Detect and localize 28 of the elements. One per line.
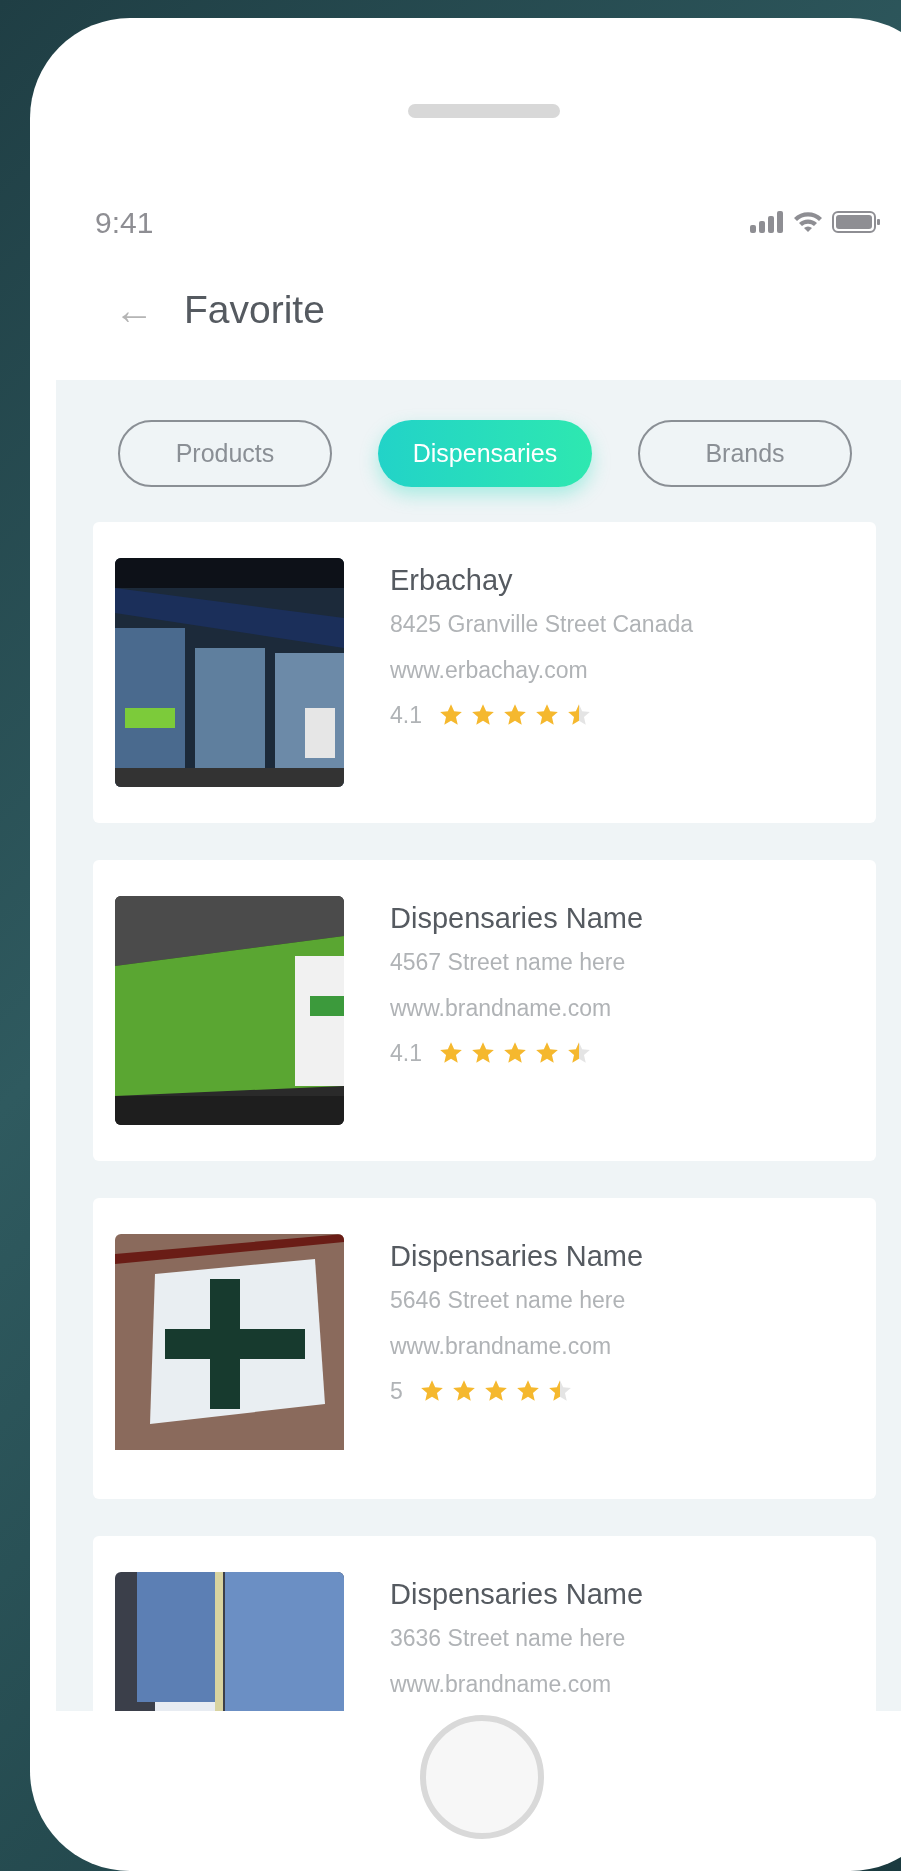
- dispensary-website[interactable]: www.brandname.com: [390, 1328, 644, 1364]
- dispensary-name: Dispensaries Name: [390, 1577, 644, 1612]
- dispensary-card[interactable]: Dispensaries Name 5646 Street name here www.brandname.com 5: [93, 1198, 876, 1499]
- dispensary-card[interactable]: Dispensaries Name 4567 Street name here www.brandname.com 4.1: [93, 860, 876, 1161]
- dispensary-address: 8425 Granville Street Canada: [390, 610, 694, 639]
- dispensary-name: Erbachay: [390, 563, 514, 598]
- dispensary-name: Dispensaries Name: [390, 1239, 644, 1274]
- dispensary-name: Dispensaries Name: [390, 901, 644, 936]
- battery-icon: [832, 210, 880, 234]
- signal-icon: [750, 211, 784, 233]
- dispensary-card[interactable]: Dispensaries Name 3636 Street name here www.brandname.com: [93, 1536, 876, 1711]
- dispensary-address: 3636 Street name here: [390, 1624, 627, 1653]
- wifi-icon: [792, 210, 824, 234]
- dispensary-address: 4567 Street name here: [390, 948, 627, 977]
- status-time: 9:41: [95, 204, 154, 241]
- page-title: Favorite: [184, 286, 325, 333]
- rating-value: 4.1: [390, 1039, 422, 1068]
- dispensary-website[interactable]: www.brandname.com: [390, 990, 644, 1026]
- dispensary-website[interactable]: www.brandname.com: [390, 1666, 644, 1702]
- rating-value: 5: [390, 1377, 403, 1406]
- filter-tab[interactable]: Products: [118, 420, 332, 487]
- dispensary-card[interactable]: Erbachay 8425 Granville Street Canada www.erbachay.com 4.1: [93, 522, 876, 823]
- filter-tab[interactable]: Brands: [638, 420, 852, 487]
- dispensary-address: 5646 Street name here: [390, 1286, 627, 1315]
- dispensary-website[interactable]: www.erbachay.com: [390, 652, 694, 688]
- filter-tab[interactable]: Dispensaries: [378, 420, 592, 487]
- rating-value: 4.1: [390, 701, 422, 730]
- back-button[interactable]: ←: [114, 290, 154, 330]
